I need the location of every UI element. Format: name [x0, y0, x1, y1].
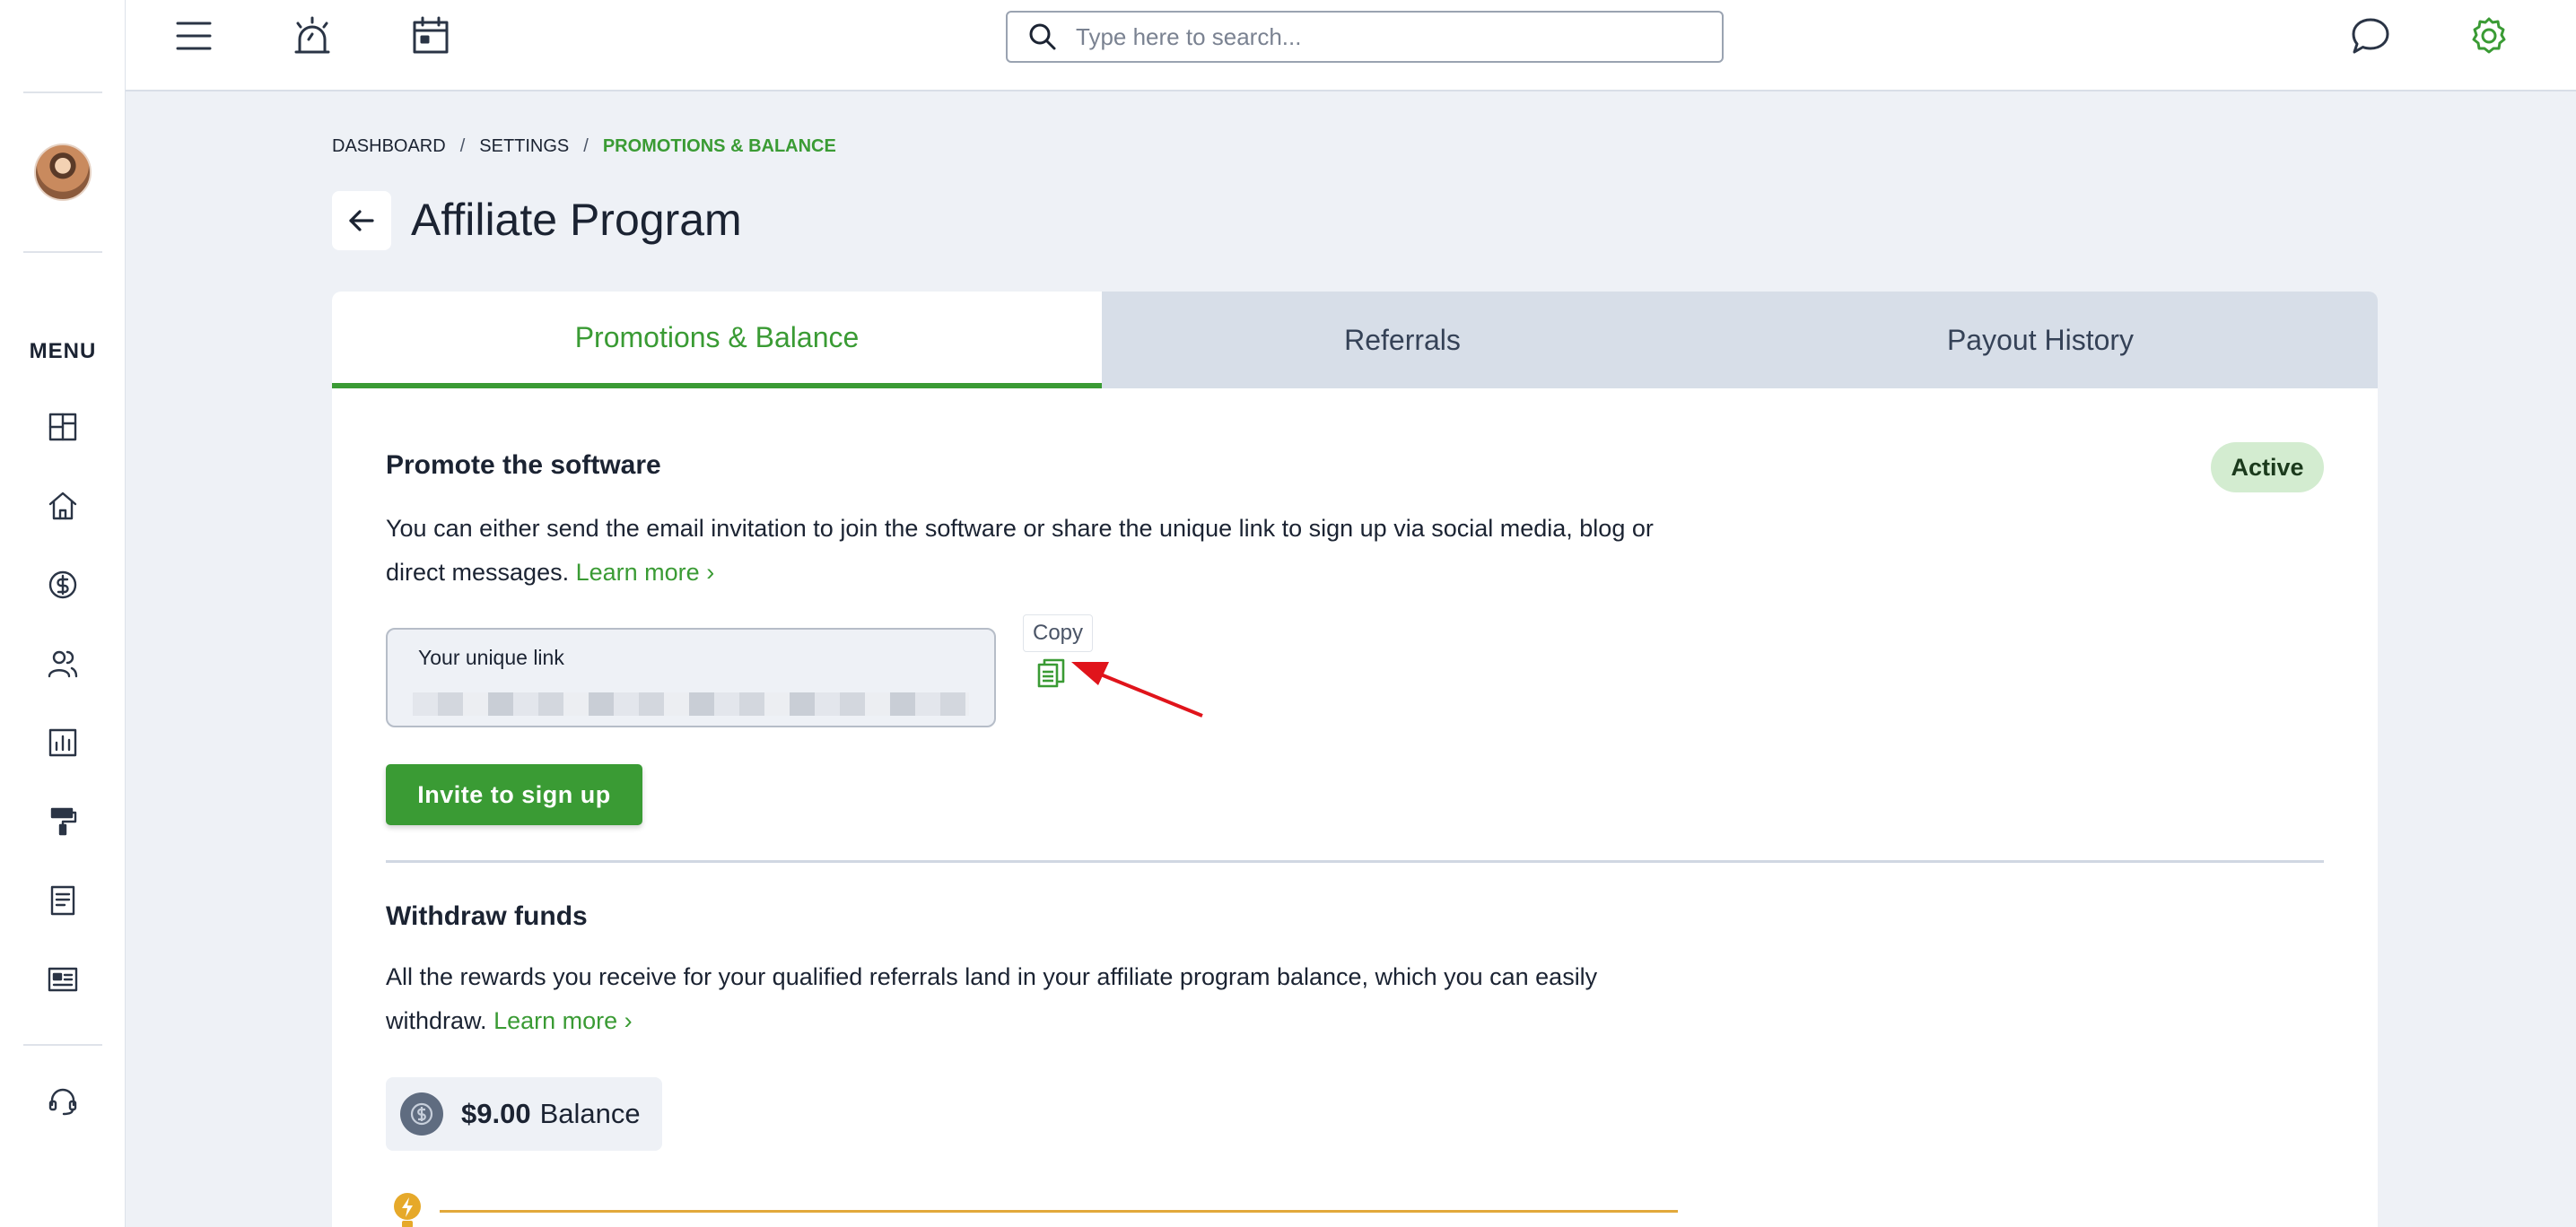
status-badge: Active	[2211, 442, 2324, 492]
search-icon	[1029, 23, 1056, 50]
search-box[interactable]	[1006, 11, 1724, 63]
chat-bubble-icon[interactable]	[2345, 11, 2396, 61]
arrow-left-icon	[349, 210, 374, 231]
breadcrumb: DASHBOARD / SETTINGS / PROMOTIONS & BALA…	[332, 136, 836, 157]
breadcrumb-dashboard[interactable]: DASHBOARD	[332, 136, 446, 157]
tab-promotions-balance[interactable]: Promotions & Balance	[332, 292, 1102, 388]
tab-bar: Promotions & Balance Referrals Payout Hi…	[332, 292, 2378, 388]
copy-icon[interactable]	[1034, 656, 1070, 692]
sidebar-divider	[23, 91, 102, 93]
top-bar	[126, 0, 2576, 91]
back-button[interactable]	[332, 191, 391, 250]
dollar-circle-icon[interactable]	[41, 563, 84, 606]
lightbulb-icon	[394, 1193, 421, 1227]
tab-payout-history[interactable]: Payout History	[1703, 292, 2378, 388]
withdraw-description: All the rewards you receive for your qua…	[386, 955, 1678, 1043]
tab-referrals[interactable]: Referrals	[1102, 292, 1703, 388]
dashboard-grid-icon[interactable]	[41, 405, 84, 448]
copy-tooltip: Copy	[1023, 614, 1094, 652]
unique-link-label: Your unique link	[418, 646, 564, 669]
search-input[interactable]	[1076, 22, 1686, 51]
users-icon[interactable]	[41, 642, 84, 685]
promote-title: Promote the software	[386, 450, 661, 480]
balance-amount: $9.00	[461, 1098, 531, 1129]
tip-divider	[440, 1210, 1678, 1213]
section-divider	[386, 860, 2324, 863]
paint-roller-icon[interactable]	[41, 800, 84, 843]
promote-learn-more-link[interactable]: Learn more ›	[576, 559, 715, 586]
unique-link-value-redacted	[413, 692, 969, 716]
sidebar: MENU	[0, 0, 126, 1227]
breadcrumb-separator: /	[459, 136, 466, 156]
gear-icon[interactable]	[2464, 11, 2514, 61]
sidebar-divider	[23, 251, 102, 253]
menu-label: MENU	[29, 339, 97, 363]
page-title: Affiliate Program	[411, 195, 742, 245]
annotation-arrow-icon	[1071, 662, 1203, 718]
coin-icon	[400, 1092, 443, 1136]
sidebar-divider	[23, 1044, 102, 1046]
affiliate-card: Promotions & Balance Referrals Payout Hi…	[332, 292, 2378, 1227]
alarm-icon[interactable]	[287, 11, 337, 61]
withdraw-title: Withdraw funds	[386, 901, 588, 931]
bar-chart-icon[interactable]	[41, 721, 84, 764]
unique-link-field[interactable]: Your unique link	[386, 628, 996, 727]
calendar-icon[interactable]	[406, 11, 456, 61]
balance-label: Balance	[539, 1098, 641, 1129]
breadcrumb-separator: /	[583, 136, 589, 156]
hamburger-menu-icon[interactable]	[169, 11, 219, 61]
id-card-icon[interactable]	[41, 958, 84, 1001]
avatar[interactable]	[34, 144, 92, 201]
home-icon[interactable]	[41, 484, 84, 527]
document-icon[interactable]	[41, 879, 84, 922]
headset-icon[interactable]	[41, 1080, 84, 1123]
breadcrumb-settings[interactable]: SETTINGS	[479, 136, 569, 157]
withdraw-learn-more-link[interactable]: Learn more ›	[493, 1007, 633, 1034]
balance-chip: $9.00 Balance	[386, 1077, 662, 1151]
invite-to-sign-up-button[interactable]: Invite to sign up	[386, 764, 642, 825]
promote-description: You can either send the email invitation…	[386, 507, 1660, 595]
breadcrumb-current: PROMOTIONS & BALANCE	[602, 136, 836, 156]
